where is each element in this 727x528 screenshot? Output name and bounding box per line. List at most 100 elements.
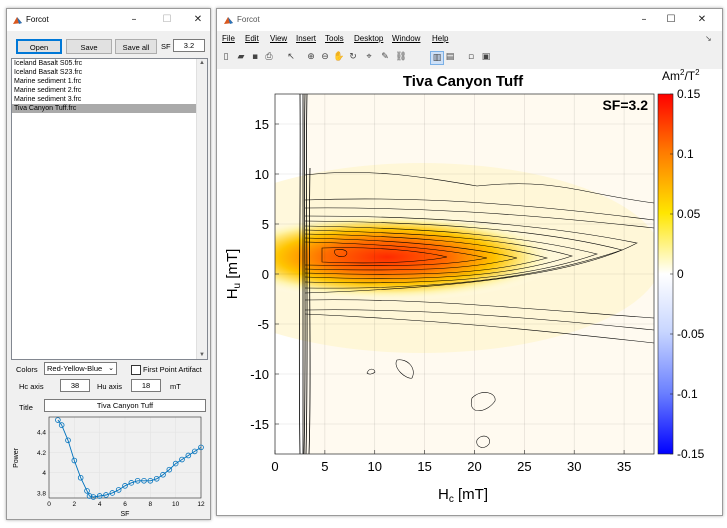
pointer-icon[interactable]: ↖	[285, 51, 297, 63]
title-bar: Forcot – ☐ ✕	[7, 9, 210, 31]
legend-icon[interactable]: ▤	[444, 51, 456, 63]
link-icon[interactable]: ⛓	[395, 51, 407, 63]
maximize-button[interactable]: ☐	[159, 13, 175, 27]
first-point-label: First Point Artifact	[143, 365, 202, 374]
power-y-tick-label: 4.2	[37, 450, 46, 457]
x-tick-label: 15	[417, 459, 431, 474]
new-icon[interactable]: ▯	[220, 51, 232, 63]
open-folder-icon[interactable]: ▰	[235, 51, 247, 63]
colorbar-icon[interactable]: ▥	[430, 51, 444, 65]
x-tick-label: 25	[517, 459, 531, 474]
menu-view[interactable]: View	[270, 34, 287, 43]
scroll-up-icon[interactable]: ▲	[199, 60, 205, 66]
power-chart: 0 2 4 6 8 10 12 3.8 4 4.2 4.4 SF Power	[13, 416, 205, 518]
window-title: Forcot	[26, 15, 49, 24]
chevron-down-icon: ⌄	[108, 365, 114, 372]
hc-axis-input[interactable]: 38	[60, 379, 90, 392]
power-x-tick-label: 4	[98, 501, 102, 508]
save-icon[interactable]: ▪	[249, 51, 261, 63]
file-list-item[interactable]: Marine sediment 3.frc	[12, 95, 207, 104]
colorbar-tick-label: 0.05	[677, 207, 701, 221]
power-y-tick-label: 4	[42, 470, 46, 477]
y-tick-label: -10	[250, 367, 269, 382]
title-label: Title	[19, 403, 33, 412]
list-scrollbar[interactable]: ▲ ▼	[196, 59, 207, 359]
data-cursor-icon[interactable]: ⌖	[363, 51, 375, 63]
file-list-item[interactable]: Tiva Canyon Tuff.frc	[12, 104, 207, 113]
power-chart-xlabel: SF	[121, 511, 130, 518]
save-button[interactable]: Save	[66, 39, 112, 54]
y-tick-label: 5	[262, 217, 269, 232]
sf-annotation: SF=3.2	[602, 97, 648, 113]
matlab-icon	[13, 17, 22, 24]
colors-dropdown[interactable]: Red-Yellow-Blue ⌄	[44, 362, 117, 375]
matlab-icon	[224, 17, 233, 24]
print-icon[interactable]: ⎙	[263, 51, 275, 63]
x-tick-label: 35	[617, 459, 631, 474]
zoom-out-icon[interactable]: ⊖	[319, 51, 331, 63]
hu-axis-input[interactable]: 18	[131, 379, 161, 392]
close-button[interactable]: ✕	[694, 13, 710, 27]
minimize-button[interactable]: –	[126, 13, 142, 27]
menu-desktop[interactable]: Desktop	[354, 34, 383, 43]
power-x-tick-label: 10	[172, 501, 180, 508]
figure-window-title: Forcot	[237, 15, 260, 24]
colors-label: Colors	[16, 365, 38, 374]
y-axis-label: Hu [mT]	[224, 249, 243, 300]
colorbar-tick-label: -0.15	[677, 447, 705, 461]
scroll-down-icon[interactable]: ▼	[199, 352, 205, 358]
menu-file[interactable]: File	[222, 34, 235, 43]
save-all-button[interactable]: Save all	[115, 39, 157, 54]
hide-icon[interactable]: ▫	[465, 51, 477, 63]
menu-insert[interactable]: Insert	[296, 34, 316, 43]
y-tick-label: -15	[250, 417, 269, 432]
file-list-item[interactable]: Iceland Basalt S05.frc	[12, 59, 207, 68]
dock-arrow-icon[interactable]: ↘	[705, 34, 712, 43]
x-tick-label: 30	[567, 459, 581, 474]
x-tick-label: 5	[321, 459, 328, 474]
title-input[interactable]: Tiva Canyon Tuff	[44, 399, 206, 412]
axis-unit-label: mT	[170, 382, 181, 391]
show-icon[interactable]: ▣	[480, 51, 492, 63]
brush-icon[interactable]: ✎	[379, 51, 391, 63]
power-y-tick-label: 3.8	[37, 490, 46, 497]
menu-help[interactable]: Help	[432, 34, 448, 43]
hc-axis-label: Hc axis	[19, 382, 44, 391]
file-list-item[interactable]: Marine sediment 2.frc	[12, 86, 207, 95]
y-tick-label: 10	[255, 167, 269, 182]
file-list[interactable]: Iceland Basalt S05.frc Iceland Basalt S23…	[11, 58, 208, 360]
hu-axis-label: Hu axis	[97, 382, 123, 391]
colorbar-tick-label: 0	[677, 267, 684, 281]
power-y-tick-label: 4.4	[37, 430, 46, 437]
colorbar-tick-label: 0.1	[677, 147, 694, 161]
pan-icon[interactable]: ✋	[333, 51, 345, 63]
file-list-item[interactable]: Iceland Basalt S23.frc	[12, 68, 207, 77]
zoom-in-icon[interactable]: ⊕	[305, 51, 317, 63]
file-list-item[interactable]: Marine sediment 1.frc	[12, 77, 207, 86]
x-tick-label: 20	[467, 459, 481, 474]
power-chart-ylabel: Power	[13, 447, 20, 468]
x-tick-label: 10	[368, 459, 382, 474]
power-x-tick-label: 12	[197, 501, 205, 508]
x-axis-label: Hc [mT]	[438, 486, 488, 505]
rotate-icon[interactable]: ↻	[347, 51, 359, 63]
x-tick-label: 0	[271, 459, 278, 474]
maximize-button[interactable]: ☐	[663, 13, 679, 27]
minimize-button[interactable]: –	[636, 13, 652, 27]
power-x-tick-label: 0	[47, 501, 51, 508]
colors-value: Red-Yellow-Blue	[47, 364, 103, 373]
close-button[interactable]: ✕	[190, 13, 206, 27]
colorbar-tick-label: 0.15	[677, 87, 701, 101]
forcot-panel-window: Forcot – ☐ ✕ Open Save Save all SF 3.2 I…	[6, 8, 211, 520]
figure-title-bar: Forcot – ☐ ✕	[217, 9, 722, 31]
colorbar-unit-label: Am2/T2	[662, 68, 700, 83]
menu-tools[interactable]: Tools	[325, 34, 344, 43]
sf-label: SF	[161, 42, 171, 51]
menu-edit[interactable]: Edit	[245, 34, 259, 43]
menu-toolbar-area	[217, 31, 722, 69]
power-x-tick-label: 8	[149, 501, 153, 508]
sf-input[interactable]: 3.2	[173, 39, 205, 52]
open-button[interactable]: Open	[16, 39, 62, 54]
menu-window[interactable]: Window	[392, 34, 420, 43]
first-point-checkbox[interactable]	[131, 365, 141, 375]
